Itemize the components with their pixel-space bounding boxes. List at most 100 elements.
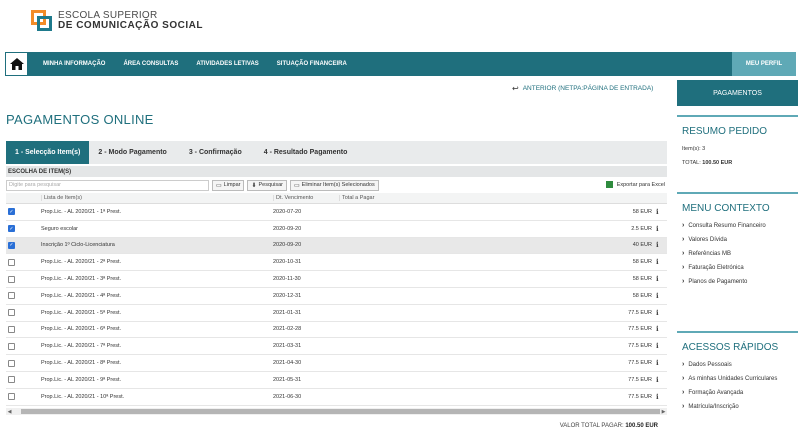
table-row[interactable]: Prop.Lic. - AL 2020/21 - 10ª Prest. 2021-… xyxy=(6,389,667,406)
table-row[interactable]: Prop.Lic. - AL 2020/21 - 7ª Prest. 2021-0… xyxy=(6,338,667,356)
table-row[interactable]: Prop.Lic. - AL 2020/21 - 2ª Prest. 2020-1… xyxy=(6,254,667,272)
table-row[interactable]: Prop.Lic. - AL 2020/21 - 6ª Prest. 2021-0… xyxy=(6,322,667,339)
scroll-right-icon[interactable]: ▶ xyxy=(660,409,667,415)
row-date: 2020-09-20 xyxy=(273,225,302,232)
col-header-date[interactable]: Dt. Vencimento xyxy=(273,195,339,201)
logo-line-2-prefix: DE xyxy=(58,20,73,31)
eraser-icon: ▭ xyxy=(216,182,222,189)
chevron-right-icon: › xyxy=(682,250,685,257)
horizontal-scrollbar[interactable]: ◀ ▶ xyxy=(6,408,667,415)
section-title: ESCOLHA DE ITEM(S) xyxy=(6,166,667,177)
table-row[interactable]: Prop.Lic. - AL 2020/21 - 8ª Prest. 2021-0… xyxy=(6,355,667,372)
col-header-total[interactable]: Total a Pagar xyxy=(339,195,656,201)
table-row[interactable]: Prop.Lic. - AL 2020/21 - 3ª Prest. 2020-1… xyxy=(6,271,667,288)
logo-line-2: COMUNICAÇÃO SOCIAL xyxy=(76,20,203,31)
remove-selected-button[interactable]: ▭ Eliminar Item(s) Selecionados xyxy=(289,179,379,191)
row-info-icon[interactable]: ℹ xyxy=(656,292,667,300)
row-checkbox[interactable] xyxy=(8,325,15,333)
row-info-icon[interactable]: ℹ xyxy=(656,225,667,233)
payments-button[interactable]: PAGAMENTOS xyxy=(677,80,798,106)
row-desc: Prop.Lic. - AL 2020/21 - 5ª Prest. xyxy=(41,309,122,316)
remove-label: Eliminar Item(s) Selecionados xyxy=(301,182,375,188)
step-result[interactable]: 4 - Resultado Pagamento xyxy=(264,149,348,156)
row-checkbox[interactable] xyxy=(8,292,15,300)
table-row[interactable]: Prop.Lic. - AL 2020/21 - 5ª Prest. 2021-0… xyxy=(6,305,667,322)
quick-access-panel: ACESSOS RÁPIDOS › Dados Pessoais › As minha… xyxy=(677,331,798,414)
row-checkbox[interactable]: ✓ xyxy=(8,208,15,216)
quick-access-link[interactable]: › As minhas Unidades Curriculares xyxy=(677,372,798,386)
context-link-label: Planos de Pagamento xyxy=(688,279,748,285)
table-row[interactable]: Prop.Lic. - AL 2020/21 - 9ª Prest. 2021-0… xyxy=(6,372,667,389)
row-date: 2020-10-31 xyxy=(273,259,302,266)
row-date: 2020-11-30 xyxy=(273,276,301,283)
back-link[interactable]: ↩ ANTERIOR (NETPA:PÁGINA DE ENTRADA) xyxy=(512,84,653,93)
row-checkbox[interactable] xyxy=(8,342,15,350)
row-info-icon[interactable]: ℹ xyxy=(656,359,667,367)
row-info-icon[interactable]: ℹ xyxy=(656,208,667,216)
profile-button[interactable]: MEU PERFIL xyxy=(732,52,796,76)
row-info-icon[interactable]: ℹ xyxy=(656,325,667,333)
quick-access-link[interactable]: › Formação Avançada xyxy=(677,386,798,400)
chevron-right-icon: › xyxy=(682,222,685,229)
search-label: Pesquisar xyxy=(258,182,283,188)
table-header: Lista de Item(s) Dt. Vencimento Total a … xyxy=(6,193,667,204)
step-confirmation[interactable]: 3 - Confirmação xyxy=(189,149,242,156)
row-checkbox[interactable] xyxy=(8,376,15,384)
row-info-icon[interactable]: ℹ xyxy=(656,309,667,317)
clear-button[interactable]: ▭ Limpar xyxy=(212,179,245,191)
main-navbar: MINHA INFORMAÇÃO ÁREA CONSULTAS ATIVIDAD… xyxy=(5,52,796,76)
table-row[interactable]: Prop.Lic. - AL 2020/21 - 4ª Prest. 2020-1… xyxy=(6,288,667,305)
back-arrow-icon: ↩ xyxy=(512,84,519,93)
home-button[interactable] xyxy=(5,52,28,76)
row-checkbox[interactable] xyxy=(8,275,15,283)
row-date: 2020-12-31 xyxy=(273,292,302,299)
search-input[interactable]: Digite para pesquisar xyxy=(6,179,209,191)
row-info-icon[interactable]: ℹ xyxy=(656,258,667,266)
nav-situacao-financeira[interactable]: SITUAÇÃO FINANCEIRA xyxy=(277,61,347,67)
quick-access-link-label: Formação Avançada xyxy=(688,390,744,396)
chevron-right-icon: › xyxy=(682,278,685,285)
context-link[interactable]: › Consulta Resumo Financeiro xyxy=(677,219,798,233)
summary-total-label: TOTAL: xyxy=(682,160,701,166)
context-link[interactable]: › Valores Dívida xyxy=(677,233,798,247)
row-checkbox[interactable] xyxy=(8,359,15,367)
nav-area-consultas[interactable]: ÁREA CONSULTAS xyxy=(123,61,178,67)
context-link[interactable]: › Planos de Pagamento xyxy=(677,275,798,289)
school-logo[interactable]: ESCOLA SUPERIOR DE COMUNICAÇÃO SOCIAL xyxy=(31,6,203,36)
row-info-icon[interactable]: ℹ xyxy=(656,376,667,384)
context-link[interactable]: › Faturação Eletrónica xyxy=(677,261,798,275)
context-link[interactable]: › Referências MB xyxy=(677,247,798,261)
row-desc: Seguro escolar xyxy=(41,225,78,232)
col-header-desc[interactable]: Lista de Item(s) xyxy=(41,195,273,201)
summary-panel: RESUMO PEDIDO Item(s): 3 TOTAL: 100.50 E… xyxy=(677,115,798,170)
row-info-icon[interactable]: ℹ xyxy=(656,342,667,350)
quick-access-link[interactable]: › Dados Pessoais xyxy=(677,358,798,372)
chevron-right-icon: › xyxy=(682,236,685,243)
nav-atividades-letivas[interactable]: ATIVIDADES LETIVAS xyxy=(196,61,258,67)
row-info-icon[interactable]: ℹ xyxy=(656,275,667,283)
nav-minha-informacao[interactable]: MINHA INFORMAÇÃO xyxy=(43,61,105,67)
quick-access-link[interactable]: › Matrícula/Inscrição xyxy=(677,400,798,414)
scroll-thumb[interactable] xyxy=(20,409,660,414)
step-selection[interactable]: 1 - Selecção Item(s) xyxy=(6,141,90,164)
download-icon: ⬇ xyxy=(251,182,257,189)
row-checkbox[interactable]: ✓ xyxy=(8,225,15,233)
table-row[interactable]: ✓ Inscrição 1º Ciclo-Licenciatura 2020-09-… xyxy=(6,237,667,255)
row-desc: Prop.Lic. - AL 2020/21 - 10ª Prest. xyxy=(41,393,125,400)
search-button[interactable]: ⬇ Pesquisar xyxy=(247,179,287,191)
row-desc: Prop.Lic. - AL 2020/21 - 4ª Prest. xyxy=(41,292,122,299)
back-link-label: ANTERIOR (NETPA:PÁGINA DE ENTRADA) xyxy=(522,85,654,92)
scroll-left-icon[interactable]: ◀ xyxy=(6,409,13,415)
row-checkbox[interactable] xyxy=(8,309,15,317)
table-row[interactable]: ✓ Prop.Lic. - AL 2020/21 - 1ª Prest. 2020-… xyxy=(6,204,667,221)
logo-icon xyxy=(31,10,53,32)
table-row[interactable]: ✓ Seguro escolar 2020-09-20 2.5 EUR ℹ xyxy=(6,221,667,238)
row-checkbox[interactable] xyxy=(8,393,15,401)
row-checkbox[interactable] xyxy=(8,258,15,266)
export-excel-button[interactable]: Exportar para Excel xyxy=(605,179,665,190)
row-checkbox[interactable]: ✓ xyxy=(8,241,15,249)
row-desc: Prop.Lic. - AL 2020/21 - 9ª Prest. xyxy=(41,376,122,383)
row-info-icon[interactable]: ℹ xyxy=(656,393,667,401)
row-info-icon[interactable]: ℹ xyxy=(656,241,667,249)
step-payment-mode[interactable]: 2 - Modo Pagamento xyxy=(98,149,166,156)
